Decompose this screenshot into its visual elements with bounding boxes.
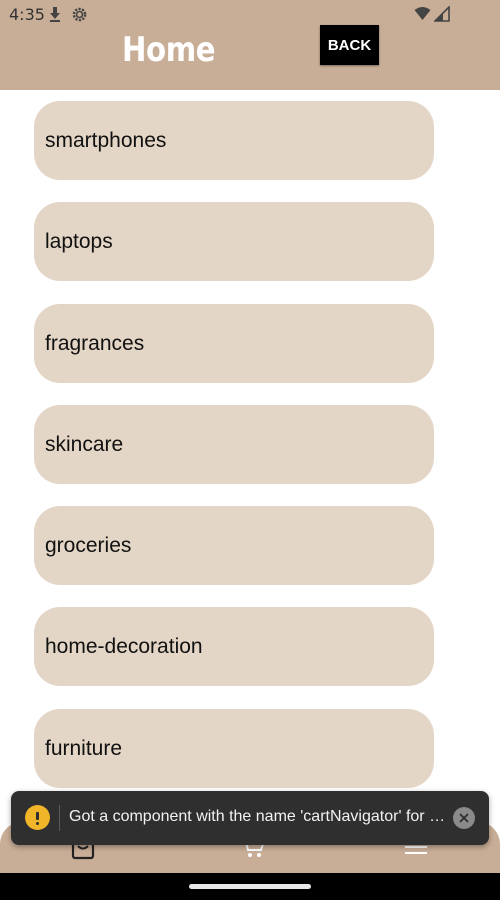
warning-icon (25, 805, 50, 830)
category-label: laptops (45, 229, 113, 253)
category-item-furniture[interactable]: furniture (34, 709, 434, 788)
category-label: furniture (45, 736, 123, 760)
toast-divider (59, 805, 60, 831)
wifi-icon (414, 6, 431, 22)
app-header: 4:35 Home BACK (0, 0, 500, 90)
system-nav-bar (0, 873, 500, 900)
category-item-skincare[interactable]: skincare (34, 405, 434, 484)
toast-message: Got a component with the name 'cartNavig… (69, 808, 447, 825)
status-right-icons (414, 5, 450, 22)
page-title: Home (122, 30, 216, 70)
back-button[interactable]: BACK (320, 25, 379, 65)
category-label: groceries (45, 533, 132, 557)
warning-toast[interactable]: Got a component with the name 'cartNavig… (11, 791, 489, 845)
category-label: skincare (45, 432, 124, 456)
category-label: smartphones (45, 128, 167, 152)
signal-icon (433, 5, 450, 22)
category-label: fragrances (45, 331, 145, 355)
gear-icon (71, 6, 87, 22)
category-item-smartphones[interactable]: smartphones (34, 101, 434, 180)
status-time: 4:35 (9, 5, 45, 24)
download-icon (48, 6, 64, 22)
status-bar: 4:35 (0, 0, 500, 28)
category-list[interactable]: smartphones laptops fragrances skincare … (0, 90, 500, 790)
home-gesture-handle[interactable] (189, 884, 311, 889)
category-item-groceries[interactable]: groceries (34, 506, 434, 585)
category-item-home-decoration[interactable]: home-decoration (34, 607, 434, 686)
close-icon[interactable] (453, 807, 475, 829)
category-label: home-decoration (45, 634, 203, 658)
category-item-laptops[interactable]: laptops (34, 202, 434, 281)
category-item-fragrances[interactable]: fragrances (34, 304, 434, 383)
